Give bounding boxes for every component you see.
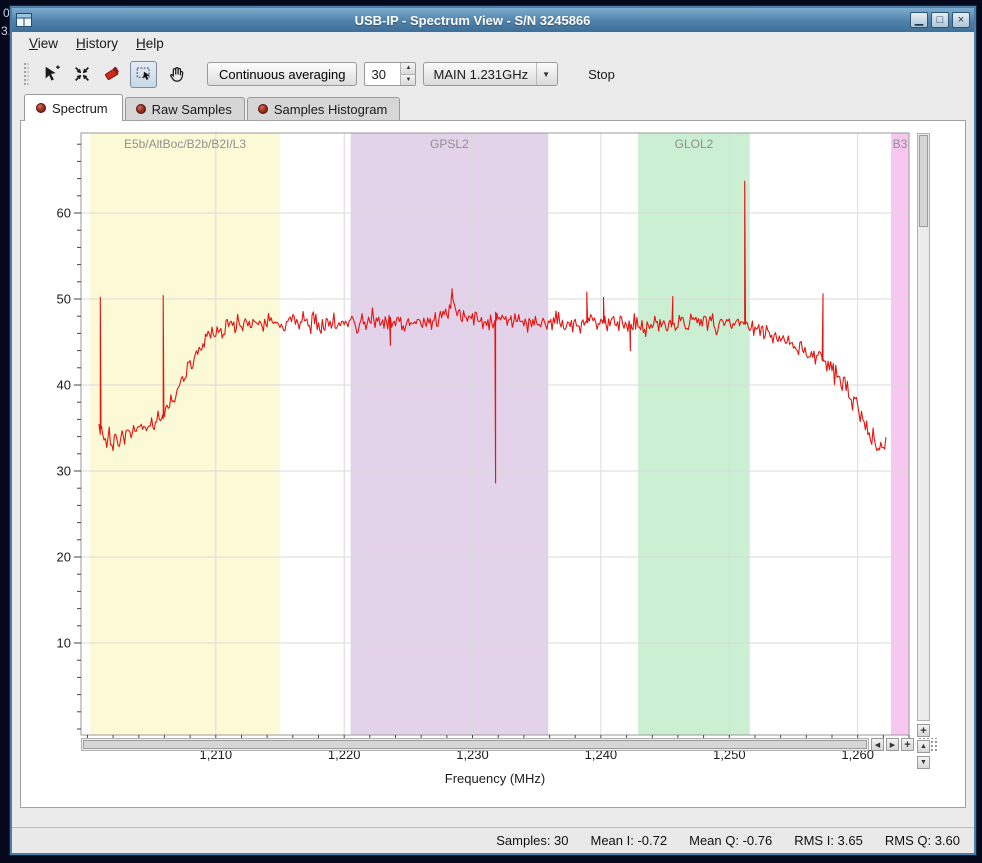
- tab-samples-histogram[interactable]: Samples Histogram: [247, 97, 400, 120]
- spin-up-icon[interactable]: ▲: [401, 63, 415, 75]
- statusbar: Samples: 30 Mean I: -0.72 Mean Q: -0.76 …: [12, 827, 974, 853]
- tab-raw-samples[interactable]: Raw Samples: [125, 97, 245, 120]
- scroll-left-icon[interactable]: ◀: [871, 738, 884, 751]
- samples-histogram-tab-icon: [258, 104, 268, 114]
- averaging-count-spinner[interactable]: 30 ▲ ▼: [364, 62, 416, 86]
- scroll-down-icon[interactable]: ▼: [917, 756, 930, 769]
- titlebar[interactable]: USB-IP - Spectrum View - S/N 3245866 ▁ □…: [12, 8, 974, 32]
- band-regions: [90, 133, 909, 735]
- svg-text:60: 60: [57, 206, 71, 221]
- close-button[interactable]: ×: [952, 12, 970, 28]
- zoom-cursor-icon[interactable]: [40, 62, 64, 86]
- status-mean-i: Mean I: -0.72: [591, 833, 668, 848]
- menu-history[interactable]: History: [67, 34, 127, 53]
- stop-button[interactable]: Stop: [580, 64, 623, 85]
- vertical-scrollbar: + ▲ ▼: [917, 133, 930, 769]
- erase-icon[interactable]: [100, 62, 124, 86]
- status-rms-i: RMS I: 3.65: [794, 833, 863, 848]
- desktop-artifact-top: 0: [3, 6, 10, 20]
- unzoom-icon[interactable]: [70, 62, 94, 86]
- menubar: View History Help: [12, 32, 974, 55]
- svg-text:50: 50: [57, 292, 71, 307]
- raw-samples-tab-icon: [136, 104, 146, 114]
- svg-text:E5b/AltBoc/B2b/B2I/L3: E5b/AltBoc/B2b/B2I/L3: [124, 137, 246, 151]
- svg-text:GPSL2: GPSL2: [430, 137, 469, 151]
- spin-down-icon[interactable]: ▼: [401, 75, 415, 86]
- svg-text:40: 40: [57, 378, 71, 393]
- spectrum-chart[interactable]: E5b/AltBoc/B2b/B2I/L3GPSL2GLOL2B31,2101,…: [27, 129, 915, 771]
- window-title: USB-IP - Spectrum View - S/N 3245866: [38, 13, 907, 28]
- svg-text:B3: B3: [893, 137, 908, 151]
- averaging-count-value[interactable]: 30: [365, 63, 400, 85]
- h-scroll-thumb[interactable]: [83, 740, 867, 749]
- spectrum-tab-icon: [36, 103, 46, 113]
- tab-label: Spectrum: [52, 101, 108, 116]
- horizontal-scrollbar: ◀ ▶ +: [81, 738, 939, 751]
- x-axis-title: Frequency (MHz): [81, 771, 909, 786]
- tab-label: Raw Samples: [152, 102, 232, 117]
- channel-selected-value: MAIN 1.231GHz: [433, 67, 528, 82]
- v-scroll-track[interactable]: [917, 133, 930, 721]
- chevron-down-icon[interactable]: ▼: [536, 63, 555, 85]
- status-samples: Samples: 30: [496, 833, 568, 848]
- maximize-button[interactable]: □: [931, 12, 949, 28]
- minimize-button[interactable]: ▁: [910, 12, 928, 28]
- scroll-up-icon[interactable]: ▲: [917, 740, 930, 753]
- status-rms-q: RMS Q: 3.60: [885, 833, 960, 848]
- svg-text:GLOL2: GLOL2: [675, 137, 714, 151]
- tab-label: Samples Histogram: [274, 102, 387, 117]
- svg-text:10: 10: [57, 636, 71, 651]
- h-zoom-in-button[interactable]: +: [901, 738, 914, 751]
- window-icon[interactable]: [16, 13, 32, 27]
- menu-help[interactable]: Help: [127, 34, 173, 53]
- toolbar-handle[interactable]: [24, 63, 29, 85]
- pan-hand-icon[interactable]: [163, 61, 190, 88]
- v-zoom-in-button[interactable]: +: [917, 724, 930, 737]
- toolbar: Continuous averaging 30 ▲ ▼ MAIN 1.231GH…: [12, 55, 974, 93]
- region-select-button[interactable]: [130, 61, 157, 88]
- h-scroll-track[interactable]: [81, 738, 869, 751]
- spectrum-panel: E5b/AltBoc/B2b/B2I/L3GPSL2GLOL2B31,2101,…: [20, 120, 966, 808]
- v-scroll-thumb[interactable]: [919, 135, 928, 227]
- scroll-right-icon[interactable]: ▶: [886, 738, 899, 751]
- menu-view[interactable]: View: [20, 34, 67, 53]
- channel-select-dropdown[interactable]: MAIN 1.231GHz ▼: [423, 62, 558, 86]
- continuous-averaging-button[interactable]: Continuous averaging: [207, 62, 357, 86]
- app-window: USB-IP - Spectrum View - S/N 3245866 ▁ □…: [10, 6, 976, 855]
- tab-spectrum[interactable]: Spectrum: [24, 94, 123, 121]
- tabbar: Spectrum Raw Samples Samples Histogram: [24, 93, 974, 120]
- svg-text:30: 30: [57, 464, 71, 479]
- status-mean-q: Mean Q: -0.76: [689, 833, 772, 848]
- svg-text:20: 20: [57, 550, 71, 565]
